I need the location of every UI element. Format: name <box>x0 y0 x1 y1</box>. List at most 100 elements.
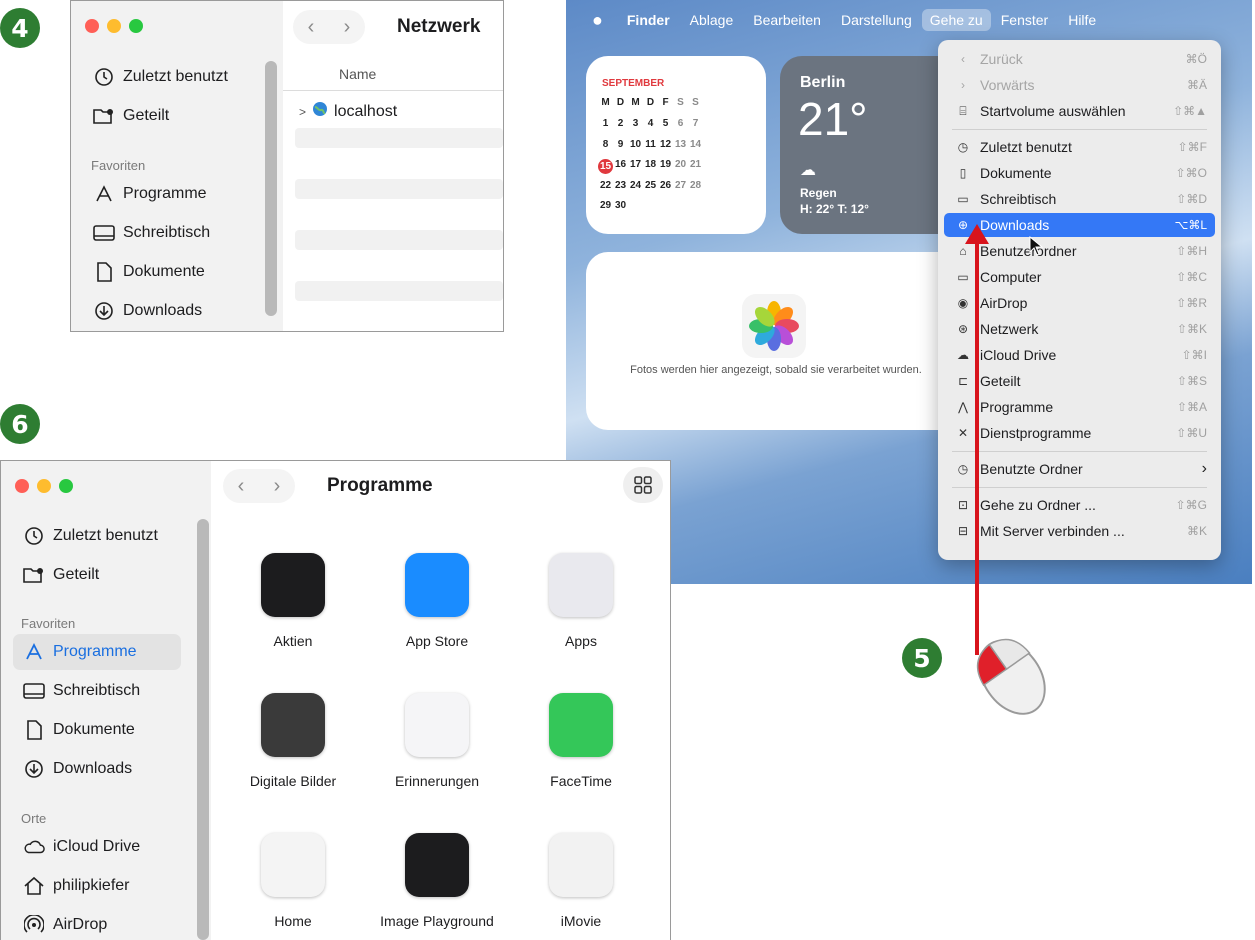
mouse-icon <box>960 628 1060 725</box>
cloud-icon <box>23 836 45 858</box>
table-row <box>295 179 503 199</box>
list-item-localhost[interactable]: > localhost <box>299 101 397 122</box>
favorites-heading: Favoriten <box>91 158 146 173</box>
app-label[interactable]: Apps <box>506 633 656 649</box>
sidebar-item-programme[interactable]: Programme <box>23 641 137 663</box>
sidebar-item-shared[interactable]: Geteilt <box>23 564 99 586</box>
menu-ablage[interactable]: Ablage <box>680 12 744 28</box>
calendar-day: 29 <box>599 200 612 211</box>
sidebar-item-shared[interactable]: Geteilt <box>93 105 169 127</box>
sidebar-item-recent[interactable]: Zuletzt benutzt <box>93 66 228 88</box>
step-4-badge: 4 <box>0 8 40 48</box>
menu-item-shortcut: ⇧⌘K <box>1176 322 1207 336</box>
apple-icon[interactable]: ● <box>566 10 617 31</box>
menu-item-zurück[interactable]: ‹ Zurück ⌘Ö <box>944 47 1215 71</box>
disclosure-chevron-icon[interactable]: > <box>299 105 306 119</box>
calendar-day: 19 <box>659 159 672 170</box>
photos-widget[interactable]: Fotos werden hier angezeigt, sobald sie … <box>586 252 960 430</box>
calendar-day: 3 <box>632 118 639 129</box>
menu-item-shortcut: ⇧⌘H <box>1176 244 1207 258</box>
forward-button[interactable]: › <box>329 16 365 39</box>
app-label[interactable]: Digitale Bilder <box>218 773 368 789</box>
sidebar-item-label: AirDrop <box>53 916 108 933</box>
table-row <box>295 128 503 148</box>
menu-item-label: Zuletzt benutzt <box>980 139 1072 155</box>
calendar-widget[interactable]: SEPTEMBER M D M D F S S 1 2 3 4 5 6 7 8 9 10 11 12 13 14 15 16… <box>586 56 766 234</box>
app-label[interactable]: Aktien <box>218 633 368 649</box>
calendar-day <box>643 200 658 211</box>
menu-item-startvolume-auswählen[interactable]: ⌸ Startvolume auswählen ⇧⌘▲ <box>944 99 1215 123</box>
sidebar-scrollbar[interactable] <box>265 61 277 316</box>
photos-icon <box>742 294 806 358</box>
column-header-name[interactable]: Name <box>339 66 376 82</box>
digitale-bilder-app-icon[interactable] <box>261 693 325 757</box>
facetime-app-icon[interactable] <box>549 693 613 757</box>
menu-finder[interactable]: Finder <box>617 12 680 28</box>
app-store-app-icon[interactable] <box>405 553 469 617</box>
calendar-weekday: S <box>677 97 684 108</box>
window-title: Programme <box>327 475 433 496</box>
sidebar-item-downloads[interactable]: Downloads <box>23 758 132 780</box>
app-label[interactable]: Home <box>218 913 368 929</box>
calendar-day: 17 <box>629 159 642 170</box>
menu-item-label: Geteilt <box>980 373 1021 389</box>
menu-item-shortcut: ⇧⌘U <box>1176 426 1207 440</box>
close-button[interactable] <box>85 19 99 33</box>
back-button[interactable]: ‹ <box>293 16 329 39</box>
menu-bearbeiten[interactable]: Bearbeiten <box>743 12 831 28</box>
aktien-app-icon[interactable] <box>261 553 325 617</box>
zoom-button[interactable] <box>59 479 73 493</box>
menu-item-shortcut: ⇧⌘C <box>1176 270 1207 284</box>
menu-item-label: Mit Server verbinden ... <box>980 523 1125 539</box>
menu-item-shortcut: ⇧⌘I <box>1181 348 1207 362</box>
weather-city: Berlin <box>800 74 846 91</box>
back-button[interactable]: ‹ <box>223 475 259 498</box>
sidebar-item-icloud[interactable]: iCloud Drive <box>23 836 140 858</box>
image-playground-app-icon[interactable] <box>405 833 469 897</box>
sidebar-item-schreibtisch[interactable]: Schreibtisch <box>23 680 140 702</box>
menu-item-dokumente[interactable]: ▯ Dokumente ⇧⌘O <box>944 161 1215 185</box>
menu-item-schreibtisch[interactable]: ▭ Schreibtisch ⇧⌘D <box>944 187 1215 211</box>
menu-item-shortcut: ⇧⌘A <box>1176 400 1207 414</box>
weather-widget[interactable]: Berlin 21° ☁ Regen H: 22° T: 12° <box>780 56 960 234</box>
weather-condition: Regen <box>800 186 837 200</box>
calendar-weekday: M <box>601 97 610 108</box>
calendar-day: 9 <box>617 138 624 150</box>
menu-hilfe[interactable]: Hilfe <box>1058 12 1106 28</box>
grid-view-button[interactable] <box>623 467 663 503</box>
app-label[interactable]: Image Playground <box>362 913 512 929</box>
sidebar-item-label: Geteilt <box>123 107 170 124</box>
close-button[interactable] <box>15 479 29 493</box>
sidebar-item-downloads[interactable]: Downloads <box>93 300 202 322</box>
menu-item-label: Vorwärts <box>980 77 1035 93</box>
app-label[interactable]: App Store <box>362 633 512 649</box>
minimize-button[interactable] <box>37 479 51 493</box>
menu-gehe-zu[interactable]: Gehe zu <box>921 9 991 31</box>
menu-fenster[interactable]: Fenster <box>991 12 1058 28</box>
imovie-app-icon[interactable] <box>549 833 613 897</box>
app-label[interactable]: iMovie <box>506 913 656 929</box>
apps-app-icon[interactable] <box>549 553 613 617</box>
minimize-button[interactable] <box>107 19 121 33</box>
sidebar-item-dokumente[interactable]: Dokumente <box>93 261 205 283</box>
menu-item-vorwärts[interactable]: › Vorwärts ⌘Ä <box>944 73 1215 97</box>
sidebar-item-programme[interactable]: Programme <box>93 183 207 205</box>
sidebar-item-airdrop[interactable]: AirDrop <box>23 914 107 936</box>
sidebar-item-home[interactable]: philipkiefer <box>23 875 129 897</box>
zoom-button[interactable] <box>129 19 143 33</box>
sidebar-item-recent[interactable]: Zuletzt benutzt <box>23 525 158 547</box>
photos-message: Fotos werden hier angezeigt, sobald sie … <box>630 364 922 376</box>
sidebar-item-dokumente[interactable]: Dokumente <box>23 719 135 741</box>
clock-icon <box>23 525 45 547</box>
home-app-icon[interactable] <box>261 833 325 897</box>
calendar-week: 22 23 24 25 26 27 28 <box>598 180 703 191</box>
app-label[interactable]: FaceTime <box>506 773 656 789</box>
app-label[interactable]: Erinnerungen <box>362 773 512 789</box>
erinnerungen-app-icon[interactable] <box>405 693 469 757</box>
sidebar-scrollbar[interactable] <box>197 519 209 940</box>
sidebar-item-schreibtisch[interactable]: Schreibtisch <box>93 222 210 244</box>
menu-item-zuletzt-benutzt[interactable]: ◷ Zuletzt benutzt ⇧⌘F <box>944 135 1215 159</box>
zuletzt-benutzt-icon: ◷ <box>957 140 969 154</box>
forward-button[interactable]: › <box>259 475 295 498</box>
menu-darstellung[interactable]: Darstellung <box>831 12 922 28</box>
